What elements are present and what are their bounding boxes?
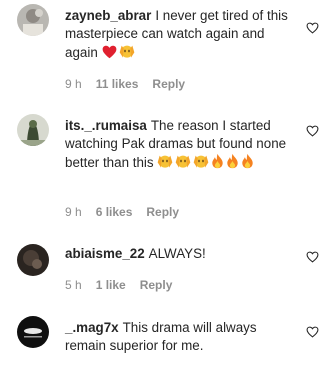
hands-face-emoji: [119, 43, 135, 64]
fire-emoji: [211, 153, 224, 174]
avatar-image: [17, 316, 49, 348]
comment-username[interactable]: abiaisme_22: [65, 246, 145, 261]
comment-body: its._.rumaisa The reason I started watchi…: [65, 117, 293, 174]
red-heart-emoji: [102, 45, 117, 64]
comment-body: abiaisme_22 ALWAYS!: [65, 245, 293, 263]
avatar[interactable]: [17, 244, 49, 276]
fire-emoji: [241, 153, 254, 174]
avatar-image: [17, 244, 49, 276]
avatar[interactable]: [17, 316, 49, 348]
comment-text: ALWAYS!: [148, 246, 206, 261]
hands-face-emoji: [175, 153, 191, 174]
hands-face-emoji: [193, 153, 209, 174]
comment-meta: 9 h 11 likes Reply: [65, 77, 199, 91]
avatar-image: [17, 4, 49, 36]
avatar-image: [17, 114, 49, 146]
comment-body: zayneb_abrar I never get tired of this ma…: [65, 7, 293, 64]
comment-time: 5 h: [65, 278, 82, 292]
like-heart-icon[interactable]: [306, 251, 319, 263]
hands-face-emoji: [157, 153, 173, 174]
comment-time: 9 h: [65, 77, 82, 91]
comment-username[interactable]: zayneb_abrar: [65, 8, 151, 23]
like-heart-icon[interactable]: [306, 326, 319, 338]
reply-button[interactable]: Reply: [152, 77, 185, 91]
comment-meta: 9 h 6 likes Reply: [65, 205, 193, 219]
comment-likes[interactable]: 1 like: [96, 278, 126, 292]
comment-time: 9 h: [65, 205, 82, 219]
comment-likes[interactable]: 11 likes: [96, 77, 139, 91]
reply-button[interactable]: Reply: [140, 278, 173, 292]
comment-body: _.mag7x This drama will always remain sup…: [65, 319, 293, 355]
reply-button[interactable]: Reply: [146, 205, 179, 219]
like-heart-icon[interactable]: [306, 125, 319, 137]
avatar[interactable]: [17, 114, 49, 146]
comment-username[interactable]: _.mag7x: [65, 320, 119, 335]
avatar[interactable]: [17, 4, 49, 36]
like-heart-icon[interactable]: [306, 22, 319, 34]
comment-meta: 5 h 1 like Reply: [65, 278, 186, 292]
comment-likes[interactable]: 6 likes: [96, 205, 133, 219]
fire-emoji: [226, 153, 239, 174]
comment-username[interactable]: its._.rumaisa: [65, 118, 147, 133]
